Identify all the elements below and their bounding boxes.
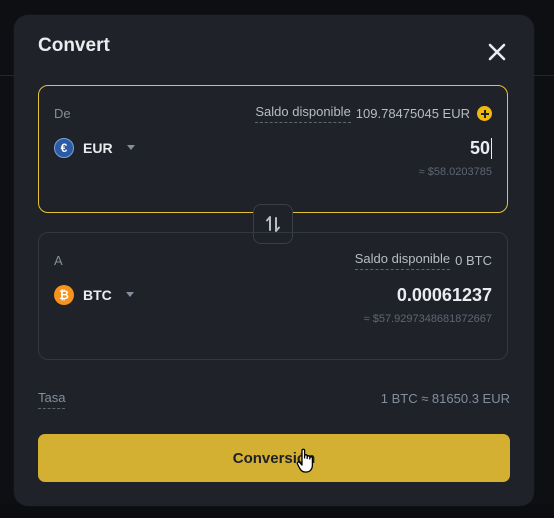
eur-coin-icon: € (54, 138, 74, 158)
add-funds-icon[interactable] (477, 106, 492, 121)
btc-coin-icon: ₿ (54, 285, 74, 305)
from-label: De (54, 106, 71, 121)
from-currency-selector[interactable]: € EUR (54, 138, 135, 158)
convert-button[interactable]: Conversión (38, 434, 510, 482)
background-footer (0, 504, 554, 518)
rate-value: 1 BTC ≈ 81650.3 EUR (380, 391, 510, 406)
from-amount-input[interactable] (370, 138, 492, 159)
from-balance-value: 109.78475045 EUR (355, 106, 470, 121)
close-icon[interactable] (485, 40, 509, 64)
caret-down-icon (126, 144, 135, 150)
to-currency-name: BTC (83, 287, 112, 303)
to-label: A (54, 253, 63, 268)
swap-arrows-icon (266, 216, 280, 232)
modal-title: Convert (38, 35, 110, 56)
to-currency-selector[interactable]: ₿ BTC (54, 285, 134, 305)
to-panel: A Saldo disponible 0 BTC ₿ BTC 0.0006123… (38, 232, 508, 360)
hand-cursor-icon (296, 448, 314, 473)
from-approx-usd: ≈ $58.0203785 (418, 166, 492, 178)
from-amount (370, 138, 492, 159)
rate-label[interactable]: Tasa (38, 390, 66, 409)
from-panel: De Saldo disponible 109.78475045 EUR € E… (38, 85, 508, 213)
from-balance: Saldo disponible 109.78475045 EUR (255, 104, 492, 123)
to-balance-value: 0 BTC (455, 253, 492, 268)
caret-down-icon (125, 291, 134, 297)
from-balance-label[interactable]: Saldo disponible (255, 104, 351, 123)
from-currency-name: EUR (83, 140, 113, 156)
to-balance-label[interactable]: Saldo disponible (354, 251, 451, 270)
to-approx-usd: ≈ $57.9297348681872667 (363, 313, 492, 325)
to-balance: Saldo disponible 0 BTC (354, 251, 492, 270)
convert-modal: Convert De Saldo disponible 109.78475045… (14, 15, 534, 506)
to-amount: 0.00061237 (396, 285, 492, 305)
